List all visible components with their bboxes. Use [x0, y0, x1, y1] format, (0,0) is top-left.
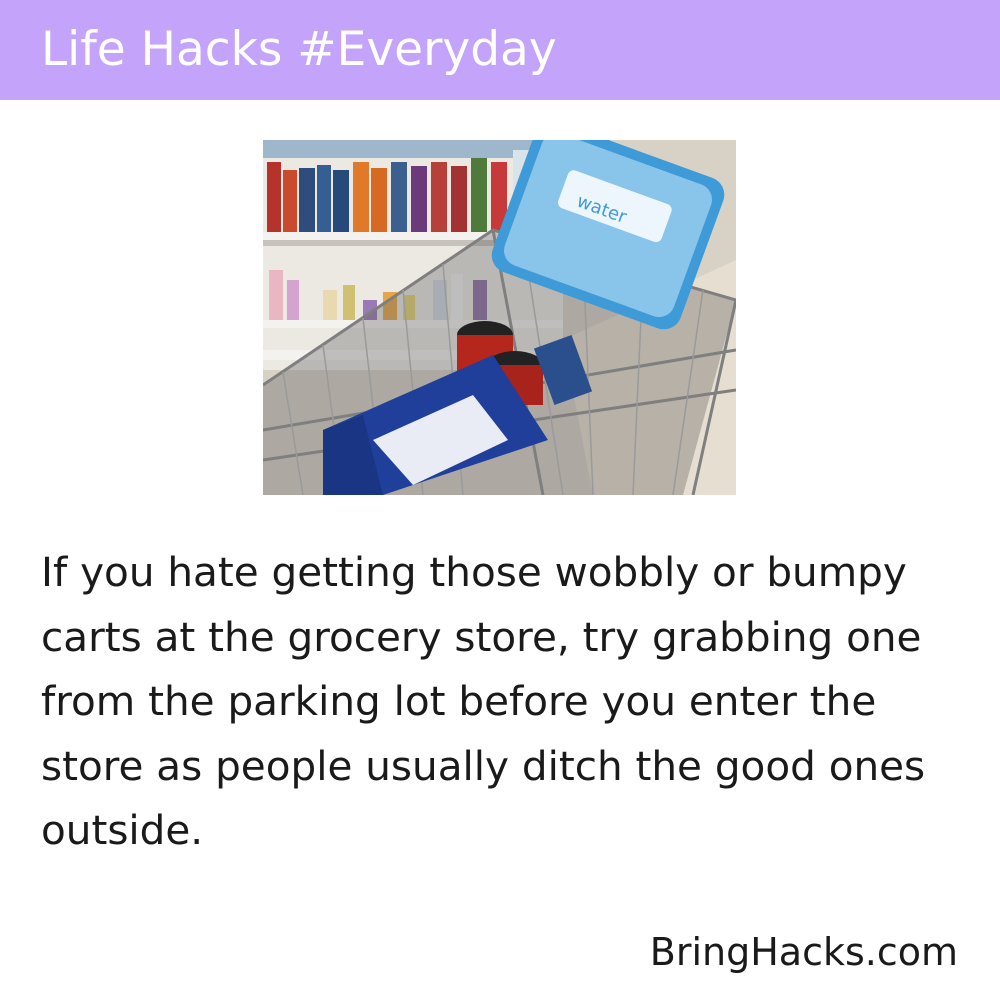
site-credit: BringHacks.com: [649, 930, 958, 974]
header-banner: Life Hacks #Everyday: [0, 0, 1000, 100]
tip-text: If you hate getting those wobbly or bump…: [41, 548, 926, 854]
page-title: Life Hacks #Everyday: [41, 22, 557, 77]
shopping-cart-photo: water: [263, 140, 736, 495]
